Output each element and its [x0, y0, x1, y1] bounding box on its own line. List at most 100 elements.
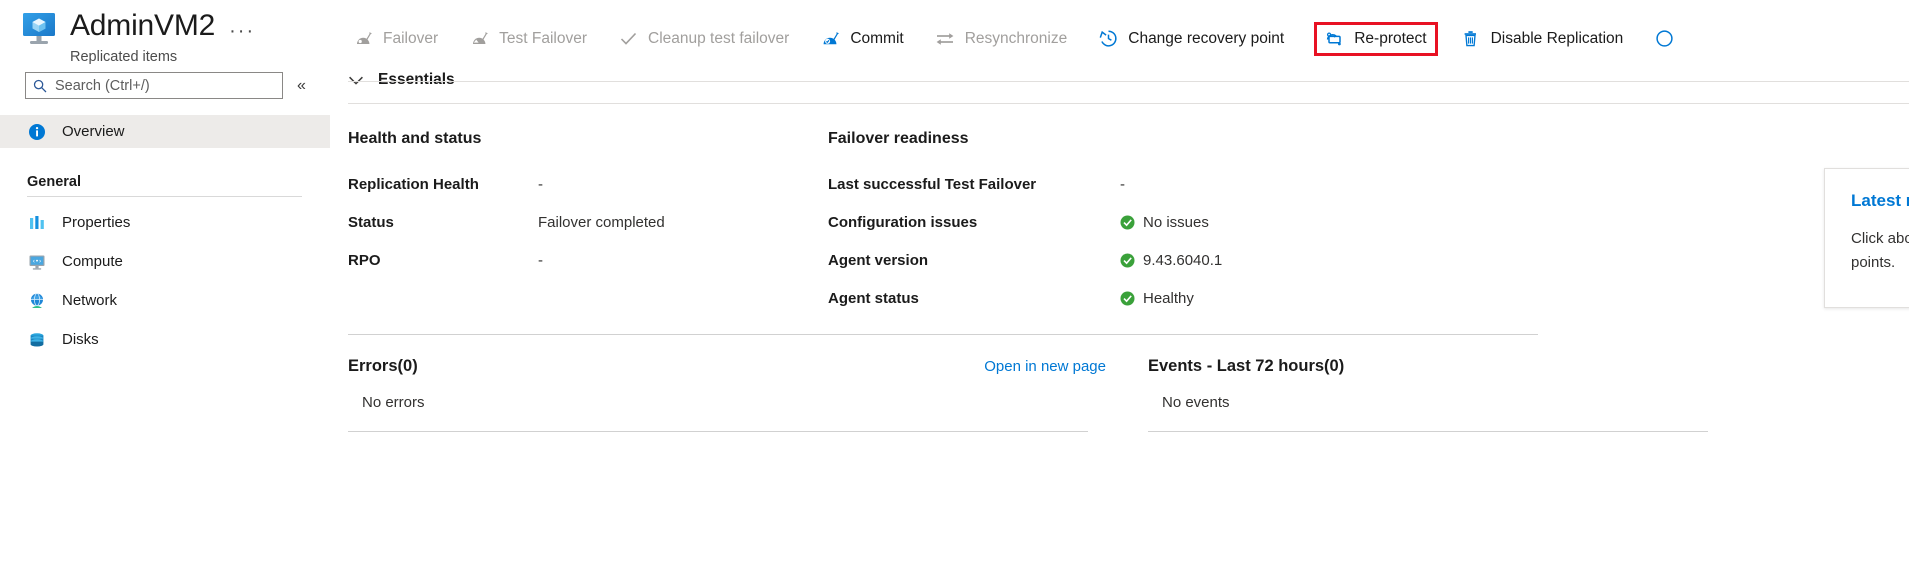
open-in-new-page-link[interactable]: Open in new page: [984, 358, 1148, 375]
bottom-panels: Errors(0) Open in new page No errors Eve…: [330, 357, 1909, 432]
field-value: -: [1120, 176, 1125, 193]
row-status: Status Failover completed: [348, 214, 828, 231]
blade-header: AdminVM2 ··· Replicated items: [0, 0, 330, 58]
errors-underline: [348, 431, 1088, 432]
sidebar-group-general: General: [0, 174, 330, 190]
history-clock-icon: [1097, 28, 1119, 50]
sidebar-item-compute[interactable]: ‹•› Compute: [0, 242, 330, 281]
toolbar-label: Resynchronize: [965, 30, 1068, 48]
field-value-group: Healthy: [1120, 290, 1194, 307]
sidebar-item-disks[interactable]: Disks: [0, 320, 330, 359]
disks-icon: [27, 330, 46, 349]
change-recovery-point-button[interactable]: Change recovery point: [1093, 25, 1288, 53]
latest-card-body: Click abov points.: [1851, 227, 1909, 275]
toolbar-label: Disable Replication: [1491, 30, 1624, 48]
chevron-down-icon: [348, 75, 364, 86]
overflow-command-button[interactable]: [1649, 25, 1688, 53]
errors-panel: Errors(0) Open in new page No errors: [348, 357, 1148, 432]
test-failover-icon: [468, 28, 490, 50]
events-underline: [1148, 431, 1708, 432]
field-value-group: No issues: [1120, 214, 1209, 231]
section-divider: [348, 334, 1538, 335]
health-and-status-heading: Health and status: [348, 130, 828, 148]
main-content: Failover Test Failover: [330, 0, 1909, 583]
page-subtitle: Replicated items: [70, 48, 255, 66]
toolbar-label: Cleanup test failover: [648, 30, 789, 48]
field-label: Agent version: [828, 252, 1120, 269]
sidebar-item-label: Overview: [62, 123, 125, 140]
toolbar-label: Failover: [383, 30, 438, 48]
field-value-group: 9.43.6040.1: [1120, 252, 1222, 269]
trash-icon: [1460, 28, 1482, 50]
sidebar-item-label: Properties: [62, 214, 130, 231]
toolbar-label: Commit: [850, 30, 903, 48]
collapse-panel-button[interactable]: «: [297, 78, 306, 94]
checkmark-icon: [617, 28, 639, 50]
latest-card-title: Latest re: [1851, 191, 1909, 211]
left-navigation-panel: AdminVM2 ··· Replicated items «: [0, 0, 330, 583]
search-input[interactable]: [55, 78, 275, 94]
field-label: Configuration issues: [828, 214, 1120, 231]
success-check-icon: [1120, 215, 1135, 230]
failover-readiness-column: Failover readiness Last successful Test …: [828, 130, 1388, 328]
field-label: Last successful Test Failover: [828, 176, 1120, 193]
toolbar-label: Test Failover: [499, 30, 587, 48]
latest-recovery-points-card: Latest re Click abov points.: [1824, 168, 1909, 308]
field-label: Agent status: [828, 290, 1120, 307]
essentials-body: Health and status Replication Health - S…: [330, 130, 1909, 328]
field-value: -: [538, 176, 543, 193]
row-configuration-issues: Configuration issues No issues: [828, 214, 1388, 231]
sidebar-divider: [27, 196, 302, 197]
test-failover-button[interactable]: Test Failover: [464, 25, 591, 53]
resynchronize-button[interactable]: Resynchronize: [930, 25, 1072, 53]
commit-icon: [819, 28, 841, 50]
success-check-icon: [1120, 253, 1135, 268]
row-replication-health: Replication Health -: [348, 176, 828, 193]
row-agent-version: Agent version 9.43.6040.1: [828, 252, 1388, 269]
sidebar-item-overview[interactable]: Overview: [0, 115, 330, 148]
field-value: No issues: [1143, 214, 1209, 231]
health-and-status-column: Health and status Replication Health - S…: [348, 130, 828, 328]
field-value: -: [538, 252, 543, 269]
field-label: Status: [348, 214, 538, 231]
network-icon: [27, 291, 46, 310]
failover-readiness-heading: Failover readiness: [828, 130, 1388, 148]
sidebar-nav: Overview General Properties: [0, 115, 330, 359]
search-box[interactable]: [25, 72, 283, 99]
essentials-divider: [348, 103, 1909, 104]
essentials-label: Essentials: [378, 71, 455, 89]
toolbar-label: Re-protect: [1354, 30, 1426, 48]
sidebar-item-label: Disks: [62, 331, 99, 348]
cleanup-test-failover-button[interactable]: Cleanup test failover: [613, 25, 793, 53]
sidebar-item-network[interactable]: Network: [0, 281, 330, 320]
commit-button[interactable]: Commit: [815, 25, 907, 53]
events-panel: Events - Last 72 hours(0) No events: [1148, 357, 1748, 432]
sidebar-item-properties[interactable]: Properties: [0, 203, 330, 242]
errors-heading: Errors(0): [348, 357, 418, 376]
info-icon: [27, 122, 46, 141]
page-title: AdminVM2: [70, 8, 215, 44]
field-value: Healthy: [1143, 290, 1194, 307]
re-protect-button[interactable]: Re-protect: [1314, 22, 1437, 56]
row-last-successful-test-failover: Last successful Test Failover -: [828, 176, 1388, 193]
more-options-button[interactable]: ···: [229, 12, 255, 40]
events-body: No events: [1148, 394, 1748, 411]
search-icon: [33, 79, 47, 93]
properties-icon: [27, 213, 46, 232]
field-value: Failover completed: [538, 214, 665, 231]
resynchronize-icon: [934, 28, 956, 50]
failover-button[interactable]: Failover: [348, 25, 442, 53]
azure-portal-blade: AdminVM2 ··· Replicated items «: [0, 0, 1909, 583]
toolbar-label: Change recovery point: [1128, 30, 1284, 48]
sidebar-item-label: Network: [62, 292, 117, 309]
compute-icon: ‹•›: [27, 252, 46, 271]
disable-replication-button[interactable]: Disable Replication: [1456, 25, 1628, 53]
field-label: Replication Health: [348, 176, 538, 193]
failover-icon: [352, 28, 374, 50]
command-toolbar: Failover Test Failover: [330, 0, 1909, 55]
essentials-toggle[interactable]: Essentials: [330, 71, 1909, 89]
row-rpo: RPO -: [348, 252, 828, 269]
events-heading: Events - Last 72 hours(0): [1148, 357, 1344, 376]
svg-text:‹•›: ‹•›: [32, 256, 41, 264]
virtual-machine-icon: [20, 10, 58, 48]
